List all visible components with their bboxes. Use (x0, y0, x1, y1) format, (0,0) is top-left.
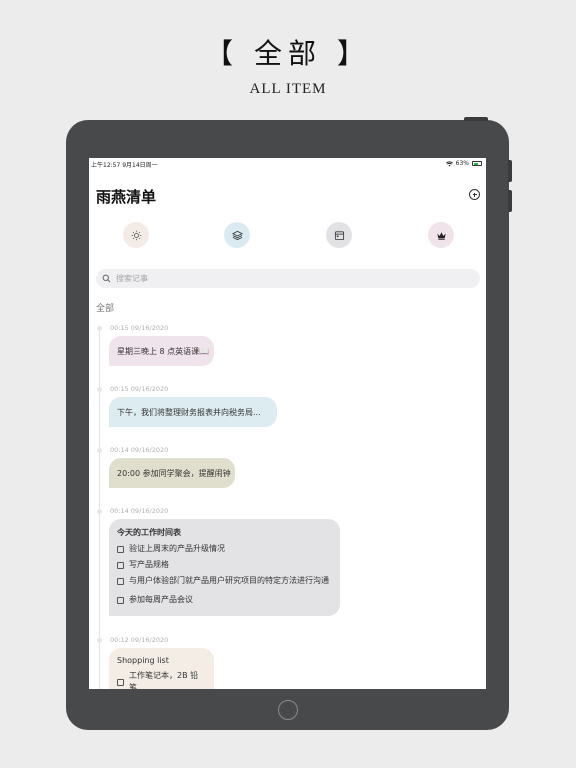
app-title: 雨燕清单 (96, 188, 157, 206)
status-time: 上午12:57 9月14日周一 (91, 162, 158, 169)
timeline-dot (97, 326, 102, 331)
note-text: 下午，我们将整理财务报表并向税务局... (117, 407, 261, 417)
tablet-volume-down-button (508, 190, 512, 212)
note-timestamp: 00:15 09/16/2020 (110, 385, 169, 393)
section-label: 全部 (96, 304, 115, 314)
note-bubble[interactable]: 星期三晚上 8 点英语课📖 (109, 336, 214, 366)
promo-title: 【 全部 】 (205, 37, 371, 70)
note-text: 20:00 参加同学聚会，提醒闹钟 (117, 468, 231, 478)
search-input[interactable] (116, 274, 416, 283)
timeline-dot (97, 387, 102, 392)
category-crown-button[interactable] (428, 222, 454, 248)
timeline-line (99, 326, 100, 689)
note-timestamp: 00:14 09/16/2020 (110, 507, 169, 515)
note-timestamp: 00:14 09/16/2020 (110, 446, 169, 454)
checklist-item: 参加每周产品会议 (117, 594, 332, 606)
promo-subtitle: ALL ITEM (249, 81, 327, 97)
layers-icon (231, 230, 243, 240)
checklist-title: 今天的工作时间表 (117, 528, 181, 537)
note-bubble[interactable]: 20:00 参加同学聚会，提醒闹钟 (109, 458, 235, 488)
category-calendar-button[interactable] (326, 222, 352, 248)
home-button[interactable] (278, 700, 298, 720)
screen: 上午12:57 9月14日周一 63% 雨燕清单 全部 00:15 09/16/… (89, 158, 486, 689)
note-text: 星期三晚上 8 点英语课📖 (117, 346, 210, 356)
checklist-card[interactable]: 今天的工作时间表 验证上周末的产品升级情况 写产品规格 与用户体验部门就产品用户… (109, 519, 340, 616)
timeline-dot (97, 448, 102, 453)
timeline-dot (97, 509, 102, 514)
status-bar: 上午12:57 9月14日周一 63% (89, 158, 486, 170)
checkbox[interactable] (117, 561, 124, 569)
checklist-card[interactable]: Shopping list 工作笔记本，2B 铅笔 (109, 648, 214, 689)
tablet-volume-up-button (508, 160, 512, 182)
crown-icon (436, 231, 446, 240)
calendar-icon (334, 230, 344, 240)
note-bubble[interactable]: 下午，我们将整理财务报表并向税务局... (109, 397, 277, 427)
checklist-item: 验证上周末的产品升级情况 (117, 543, 332, 555)
checklist-item: 写产品规格 (117, 559, 332, 571)
plus-circle-icon[interactable] (469, 189, 480, 200)
note-timestamp: 00:12 09/16/2020 (110, 636, 169, 644)
checkbox[interactable] (117, 596, 124, 604)
checklist-item-text: 写产品规格 (129, 560, 169, 569)
checklist-item-text: 参加每周产品会议 (129, 595, 193, 604)
note-timestamp: 00:15 09/16/2020 (110, 324, 169, 332)
sun-icon (131, 230, 141, 240)
timeline-dot (97, 638, 102, 643)
checklist-item: 工作笔记本，2B 铅笔 (117, 670, 206, 689)
search-bar[interactable] (96, 269, 480, 288)
status-right: 63% (445, 160, 482, 167)
checklist-item: 与用户体验部门就产品用户研究项目的特定方法进行沟通 (117, 575, 332, 587)
checklist-item-text: 工作笔记本，2B 铅笔 (129, 671, 199, 689)
checklist-item-text: 验证上周末的产品升级情况 (129, 544, 225, 553)
battery-percent: 63% (455, 160, 469, 167)
category-sun-button[interactable] (123, 222, 149, 248)
checkbox[interactable] (117, 577, 124, 585)
search-icon (102, 274, 111, 283)
checklist-item-text: 与用户体验部门就产品用户研究项目的特定方法进行沟通 (129, 576, 329, 585)
tablet-top-button (464, 117, 488, 121)
checkbox[interactable] (117, 545, 124, 553)
wifi-icon (445, 160, 453, 166)
battery-icon (472, 161, 482, 166)
checkbox[interactable] (117, 678, 124, 686)
category-layers-button[interactable] (224, 222, 250, 248)
checklist-title: Shopping list (117, 656, 169, 665)
